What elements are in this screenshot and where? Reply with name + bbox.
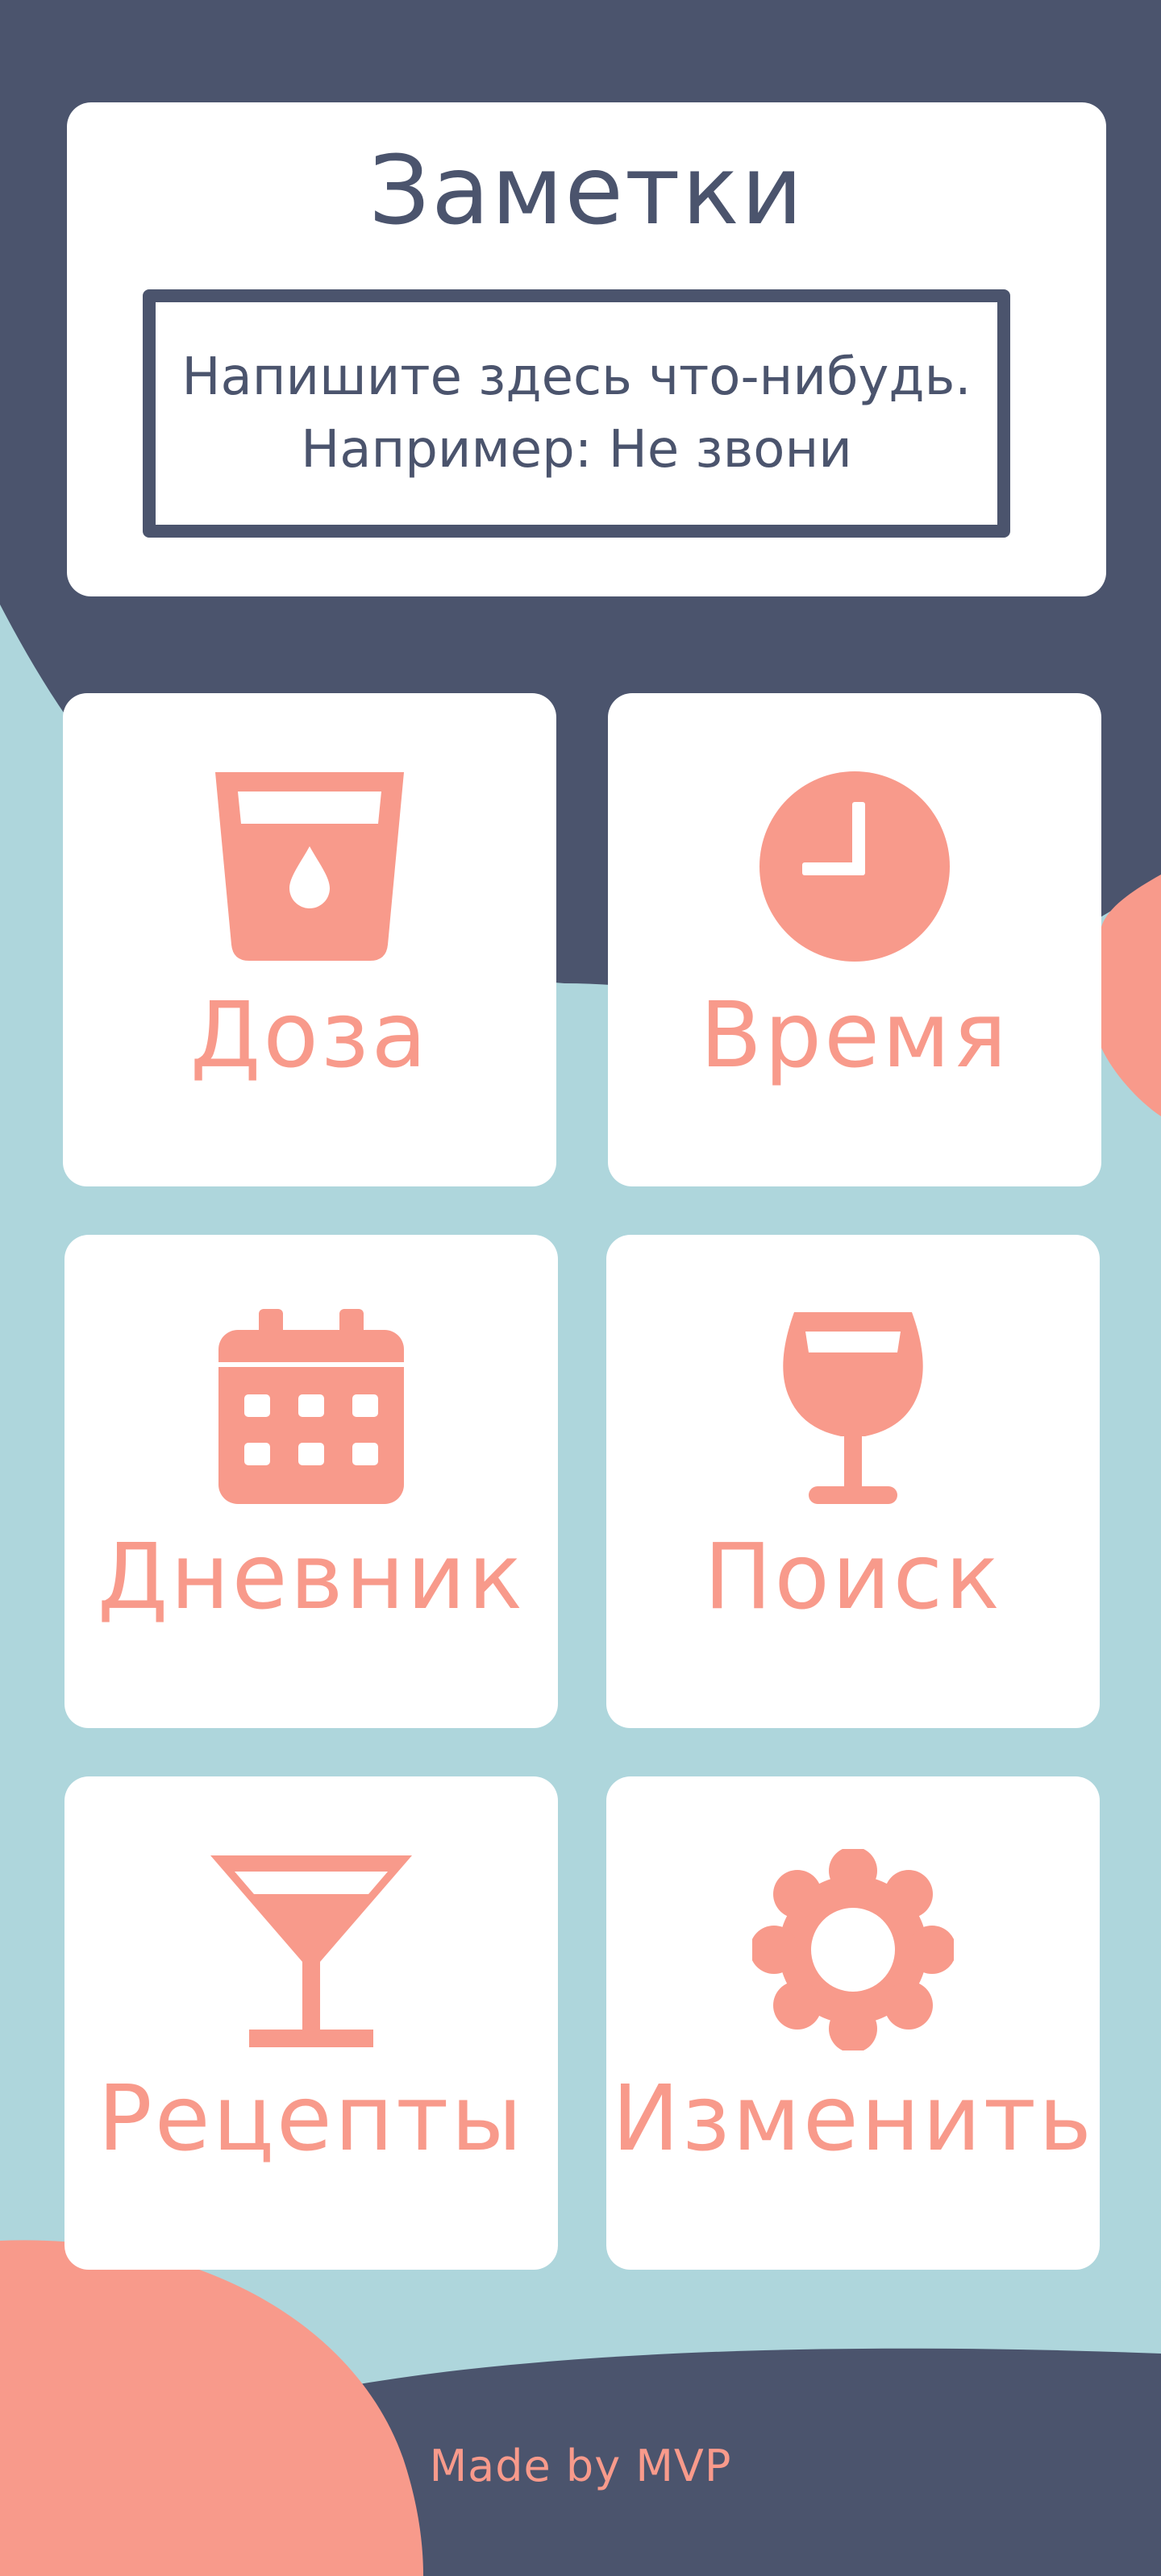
tile-search-button[interactable]: Поиск bbox=[606, 1235, 1100, 1728]
tile-recipes-label: Рецепты bbox=[98, 2067, 525, 2171]
clock-icon bbox=[759, 771, 950, 962]
cocktail-glass-icon bbox=[210, 1855, 412, 2047]
tile-recipes-button[interactable]: Рецепты bbox=[64, 1776, 558, 2270]
footer-credit: Made by MVP bbox=[429, 2441, 732, 2491]
calendar-icon bbox=[218, 1309, 404, 1504]
notes-input[interactable]: Напишите здесь что-нибудь. Например: Не … bbox=[143, 289, 1010, 538]
glass-water-drop-icon bbox=[215, 772, 404, 961]
tile-edit-button[interactable]: Изменить bbox=[606, 1776, 1100, 2270]
notes-title: Заметки bbox=[368, 135, 805, 246]
tile-dose-button[interactable]: Доза bbox=[63, 693, 556, 1186]
wine-glass-icon bbox=[783, 1312, 923, 1504]
tile-diary-label: Дневник bbox=[97, 1525, 526, 1630]
notes-card: Заметки Напишите здесь что-нибудь. Напри… bbox=[67, 102, 1106, 596]
tile-time-button[interactable]: Время bbox=[608, 693, 1101, 1186]
tile-dose-label: Доза bbox=[189, 983, 430, 1088]
tile-edit-label: Изменить bbox=[612, 2067, 1094, 2171]
notes-text-line-1: Напишите здесь что-нибудь. bbox=[181, 347, 972, 407]
gear-icon bbox=[752, 1849, 954, 2050]
tile-diary-button[interactable]: Дневник bbox=[64, 1235, 558, 1728]
notes-text-line-2: Например: Не звони bbox=[301, 420, 852, 480]
tile-time-label: Время bbox=[700, 983, 1009, 1088]
tile-search-label: Поиск bbox=[704, 1525, 1002, 1630]
